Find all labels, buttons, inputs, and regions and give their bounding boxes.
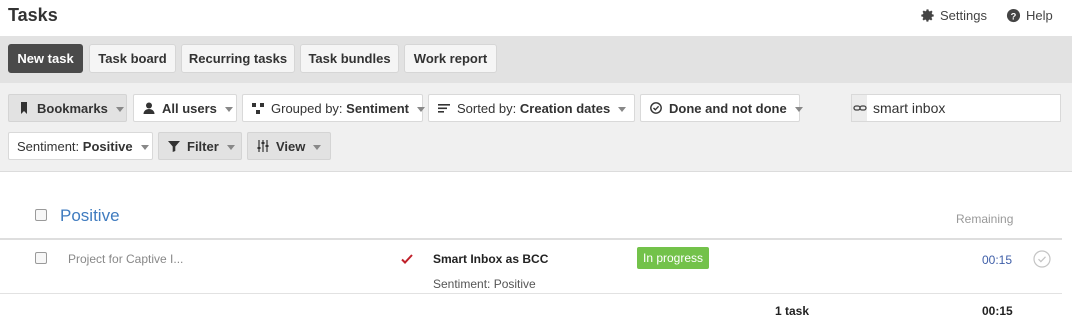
chevron-down-icon [226, 144, 235, 150]
task-remaining-time[interactable]: 00:15 [982, 253, 1012, 267]
chevron-down-icon [140, 144, 149, 150]
table-row[interactable]: Project for Captive I... Smart Inbox as … [0, 241, 1062, 294]
tab-work-report[interactable]: Work report [404, 44, 497, 73]
group-icon [252, 103, 264, 114]
filter-icon [168, 141, 180, 152]
group-header: Positive Remaining [0, 200, 1062, 240]
task-sentiment: Sentiment: Positive [433, 277, 536, 291]
help-label: Help [1026, 8, 1053, 23]
chevron-down-icon [224, 106, 233, 112]
chevron-down-icon [417, 106, 426, 112]
group-select-checkbox[interactable] [35, 209, 47, 221]
task-project[interactable]: Project for Captive I... [68, 252, 183, 266]
view-dropdown[interactable]: View [247, 132, 331, 160]
summary-row: 1 task 00:15 [0, 294, 1062, 328]
chevron-down-icon [794, 106, 803, 112]
sentiment-prefix: Sentiment: [17, 138, 80, 154]
svg-text:?: ? [1011, 11, 1017, 21]
tab-task-bundles[interactable]: Task bundles [300, 44, 399, 73]
chevron-down-icon [313, 144, 322, 150]
sorted-by-value: Creation dates [519, 100, 611, 116]
bookmarks-dropdown[interactable]: Bookmarks [8, 94, 127, 122]
app-header: Tasks Settings ? Help [0, 0, 1072, 36]
sort-icon [438, 104, 450, 113]
done-circle-icon[interactable] [1033, 250, 1051, 268]
bookmark-icon [21, 102, 27, 114]
remaining-column-header: Remaining [956, 212, 1014, 226]
task-title[interactable]: Smart Inbox as BCC [433, 252, 548, 266]
grouped-by-value: Sentiment [346, 100, 410, 116]
sentiment-filter-dropdown[interactable]: Sentiment: Positive [8, 132, 153, 160]
status-check-icon [650, 102, 662, 114]
tab-recurring-tasks[interactable]: Recurring tasks [181, 44, 295, 73]
group-title[interactable]: Positive [60, 206, 120, 226]
chevron-down-icon [115, 106, 124, 112]
filter-label: Filter [187, 138, 219, 154]
user-icon [143, 102, 155, 114]
task-count: 1 task [775, 304, 810, 318]
red-check-icon [401, 254, 413, 264]
settings-link[interactable]: Settings [920, 8, 987, 23]
tab-task-board[interactable]: Task board [89, 44, 176, 73]
task-select-checkbox[interactable] [35, 252, 47, 264]
link-icon [852, 95, 867, 121]
new-task-button[interactable]: New task [8, 44, 83, 73]
sorted-by-prefix: Sorted by: [457, 100, 517, 116]
help-icon: ? [1006, 8, 1021, 23]
total-remaining-time: 00:15 [982, 304, 1013, 318]
search-box [851, 94, 1061, 122]
filter-dropdown[interactable]: Filter [158, 132, 242, 160]
view-sliders-icon [257, 140, 269, 152]
grouped-by-dropdown[interactable]: Grouped by: Sentiment [242, 94, 426, 122]
status-badge[interactable]: In progress [637, 247, 710, 269]
page-title: Tasks [8, 5, 58, 25]
action-bar: New task Task board Recurring tasks Task… [0, 36, 1072, 83]
grouped-by-prefix: Grouped by: [271, 100, 343, 116]
sentiment-value: Positive [82, 138, 133, 154]
users-dropdown[interactable]: All users [133, 94, 237, 122]
chevron-down-icon [618, 106, 627, 112]
gear-icon [921, 9, 934, 22]
search-input[interactable] [867, 95, 1060, 121]
settings-label: Settings [940, 8, 987, 23]
view-label: View [276, 138, 306, 154]
help-link[interactable]: ? Help [1006, 8, 1053, 23]
status-dropdown[interactable]: Done and not done [640, 94, 803, 122]
filter-bar: Bookmarks All users Grouped by: Sentimen… [0, 83, 1072, 172]
status-label: Done and not done [669, 100, 787, 116]
users-label: All users [162, 100, 217, 116]
bookmarks-label: Bookmarks [37, 100, 108, 116]
sorted-by-dropdown[interactable]: Sorted by: Creation dates [428, 94, 635, 122]
